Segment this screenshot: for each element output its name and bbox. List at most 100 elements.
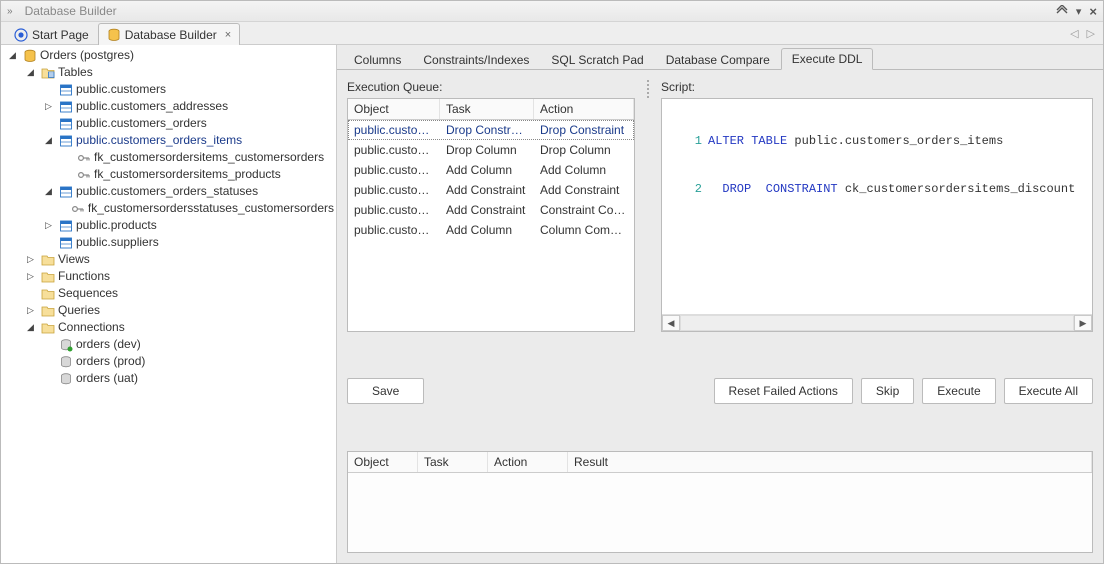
tree-pane[interactable]: ◢ Orders (postgres) ◢: [1, 45, 337, 563]
tree-fk-label: fk_customersordersitems_customersorders: [94, 149, 324, 166]
horizontal-scrollbar[interactable]: ◀ ▶: [662, 314, 1092, 331]
expand-icon[interactable]: »: [7, 6, 13, 17]
line-number: 1: [662, 133, 708, 149]
tab-nav-prev-icon[interactable]: ◁: [1066, 22, 1082, 44]
tree-connection[interactable]: ▹orders (dev): [41, 336, 336, 353]
save-button[interactable]: Save: [347, 378, 424, 404]
subtab-execute-ddl[interactable]: Execute DDL: [781, 48, 874, 70]
queue-header-action[interactable]: Action: [534, 99, 634, 119]
table-icon: [59, 83, 73, 97]
folder-tables-icon: [41, 66, 55, 80]
tree-folder-tables[interactable]: ◢ Tables: [23, 64, 336, 81]
queue-row[interactable]: public.customer... Add Column Add Column: [348, 160, 634, 180]
scroll-right-icon[interactable]: ▶: [1074, 315, 1092, 331]
skip-button[interactable]: Skip: [861, 378, 914, 404]
tree-table[interactable]: ◢public.customers_orders_statuses: [41, 183, 336, 200]
tree-folder-views[interactable]: ▷Views: [23, 251, 336, 268]
tree-folder-tables-label: Tables: [58, 64, 93, 81]
reset-failed-actions-button[interactable]: Reset Failed Actions: [714, 378, 853, 404]
tree-folder-sequences[interactable]: ▹Sequences: [23, 285, 336, 302]
scroll-left-icon[interactable]: ◀: [662, 315, 680, 331]
tree-connection[interactable]: ▹orders (prod): [41, 353, 336, 370]
script-code-area[interactable]: 1 ALTER TABLE public.customers_orders_it…: [662, 99, 1092, 314]
tab-start-page[interactable]: Start Page: [5, 23, 98, 45]
tab-database-builder[interactable]: Database Builder ×: [98, 23, 241, 45]
tree-root-label: Orders (postgres): [40, 47, 134, 64]
execution-queue-grid[interactable]: Object Task Action public.customer... Dr…: [347, 98, 635, 332]
queue-header-object[interactable]: Object: [348, 99, 440, 119]
tree-connection[interactable]: ▹orders (uat): [41, 370, 336, 387]
object-tree[interactable]: ◢ Orders (postgres) ◢: [1, 47, 336, 387]
script-editor[interactable]: 1 ALTER TABLE public.customers_orders_it…: [661, 98, 1093, 332]
tree-toggle-icon[interactable]: ▷: [43, 101, 54, 112]
tree-fk[interactable]: ▹fk_customersordersitems_products: [59, 166, 336, 183]
subtab-compare[interactable]: Database Compare: [655, 49, 781, 70]
subtab-strip: Columns Constraints/Indexes SQL Scratch …: [337, 47, 1103, 70]
key-icon: [71, 202, 85, 216]
tree-toggle-icon[interactable]: ◢: [25, 67, 36, 78]
tree-toggle-icon[interactable]: ▷: [43, 220, 54, 231]
tree-toggle-icon[interactable]: ◢: [43, 135, 54, 146]
database-icon: [107, 28, 121, 42]
table-icon: [59, 185, 73, 199]
queue-row[interactable]: public.customer... Add Column Column Com…: [348, 220, 634, 240]
queue-cell-action: Add Constraint: [534, 180, 634, 200]
queue-cell-object: public.customer...: [348, 220, 440, 240]
queue-row[interactable]: public.customer... Add Constraint Add Co…: [348, 180, 634, 200]
queue-header-task[interactable]: Task: [440, 99, 534, 119]
tree-table[interactable]: ▹public.customers: [41, 81, 336, 98]
tree-table[interactable]: ▹public.suppliers: [41, 234, 336, 251]
scroll-track[interactable]: [680, 315, 1074, 331]
code-line: DROP CONSTRAINT ck_customersordersitems_…: [708, 181, 1092, 197]
tab-nav-next-icon[interactable]: ▷: [1083, 22, 1099, 44]
tree-table-label: public.customers_orders: [76, 115, 207, 132]
result-grid[interactable]: Object Task Action Result: [347, 451, 1093, 554]
tree-folder-queries[interactable]: ▷Queries: [23, 302, 336, 319]
tab-close-icon[interactable]: ×: [225, 29, 231, 41]
tree-toggle-icon[interactable]: ◢: [25, 322, 36, 333]
dropdown-icon[interactable]: ▾: [1076, 5, 1082, 18]
result-header-object[interactable]: Object: [348, 452, 418, 472]
tree-toggle-icon[interactable]: ◢: [43, 186, 54, 197]
subtab-constraints[interactable]: Constraints/Indexes: [412, 49, 540, 70]
subtab-scratchpad[interactable]: SQL Scratch Pad: [540, 49, 654, 70]
queue-cell-task: Add Constraint: [440, 200, 534, 220]
execute-all-button[interactable]: Execute All: [1004, 378, 1093, 404]
subtab-columns[interactable]: Columns: [343, 49, 412, 70]
collapse-up-icon[interactable]: [1056, 5, 1068, 18]
tree-table[interactable]: ▷public.products: [41, 217, 336, 234]
tree-table[interactable]: ▷public.customers_addresses: [41, 98, 336, 115]
tree-fk[interactable]: ▹fk_customersordersstatuses_customersord…: [59, 200, 336, 217]
queue-row[interactable]: public.customer... Drop Column Drop Colu…: [348, 140, 634, 160]
queue-cell-action: Constraint Com...: [534, 200, 634, 220]
line-number: 2: [662, 181, 708, 197]
folder-icon: [41, 270, 55, 284]
tree-table[interactable]: ▹public.customers_orders: [41, 115, 336, 132]
start-page-icon: [14, 28, 28, 42]
result-header-result[interactable]: Result: [568, 452, 1092, 472]
queue-row[interactable]: public.customer... Drop Constraint Drop …: [348, 120, 634, 140]
folder-icon: [41, 304, 55, 318]
queue-cell-action: Drop Constraint: [534, 120, 634, 140]
result-header: Object Task Action Result: [348, 452, 1092, 473]
tree-toggle-icon[interactable]: ◢: [7, 50, 18, 61]
queue-row[interactable]: public.customer... Add Constraint Constr…: [348, 200, 634, 220]
tree-fk[interactable]: ▹fk_customersordersitems_customersorders: [59, 149, 336, 166]
tree-toggle-icon[interactable]: ▷: [25, 271, 36, 282]
tree-root[interactable]: ◢ Orders (postgres): [5, 47, 336, 64]
queue-cell-task: Add Constraint: [440, 180, 534, 200]
result-header-action[interactable]: Action: [488, 452, 568, 472]
tree-folder-functions[interactable]: ▷Functions: [23, 268, 336, 285]
tree-connection-label: orders (uat): [76, 370, 138, 387]
queue-header: Object Task Action: [348, 99, 634, 120]
execute-button[interactable]: Execute: [922, 378, 995, 404]
tree-folder-connections[interactable]: ◢Connections: [23, 319, 336, 336]
tree-toggle-icon[interactable]: ▷: [25, 254, 36, 265]
script-title: Script:: [661, 80, 1093, 94]
result-header-task[interactable]: Task: [418, 452, 488, 472]
splitter[interactable]: [645, 80, 651, 116]
tree-table-selected[interactable]: ◢public.customers_orders_items: [41, 132, 336, 149]
close-icon[interactable]: ×: [1089, 4, 1097, 19]
window-title: Database Builder: [25, 4, 1048, 18]
tree-toggle-icon[interactable]: ▷: [25, 305, 36, 316]
